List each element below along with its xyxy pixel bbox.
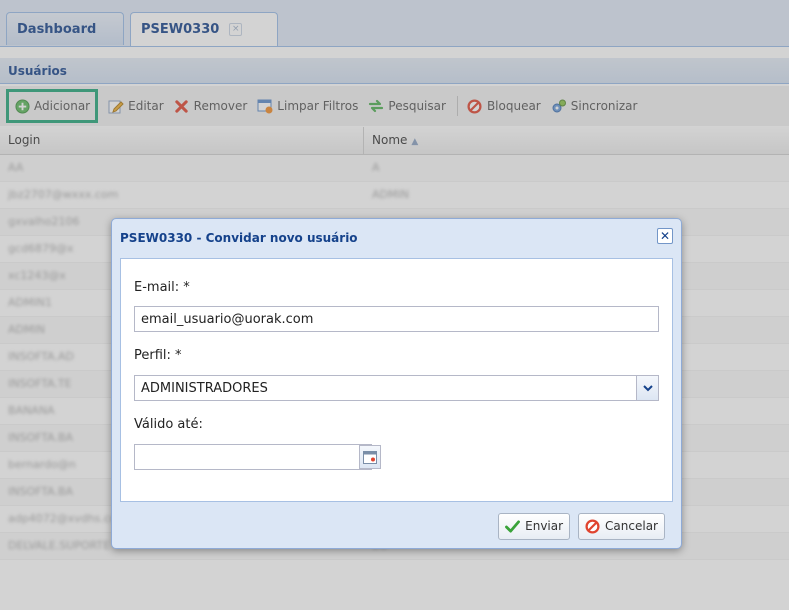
cancel-button[interactable]: Cancelar [578, 512, 665, 540]
email-field[interactable]: email_usuario@uorak.com [134, 306, 659, 332]
block-icon [584, 518, 600, 534]
send-label: Enviar [525, 519, 564, 533]
dialog-form: E-mail: * email_usuario@uorak.com Perfil… [120, 258, 673, 502]
dialog-title: PSEW0330 - Convidar novo usuário [120, 231, 358, 245]
valid-until-label: Válido até: [134, 417, 203, 432]
perfil-label: Perfil: * [134, 348, 182, 363]
email-label: E-mail: * [134, 280, 190, 295]
perfil-value: ADMINISTRADORES [141, 380, 268, 396]
cancel-label: Cancelar [605, 519, 658, 533]
check-icon [504, 518, 520, 534]
close-icon[interactable]: ✕ [657, 228, 673, 244]
invite-user-dialog: PSEW0330 - Convidar novo usuário ✕ E-mai… [111, 218, 682, 549]
send-button[interactable]: Enviar [498, 512, 571, 540]
perfil-select[interactable]: ADMINISTRADORES [134, 375, 659, 401]
valid-until-field[interactable] [134, 444, 372, 470]
dialog-footer: Enviar Cancelar [112, 504, 681, 548]
calendar-icon[interactable] [359, 445, 381, 469]
email-value: email_usuario@uorak.com [141, 311, 314, 327]
dialog-header: PSEW0330 - Convidar novo usuário [112, 219, 681, 257]
chevron-down-icon[interactable] [636, 376, 658, 400]
